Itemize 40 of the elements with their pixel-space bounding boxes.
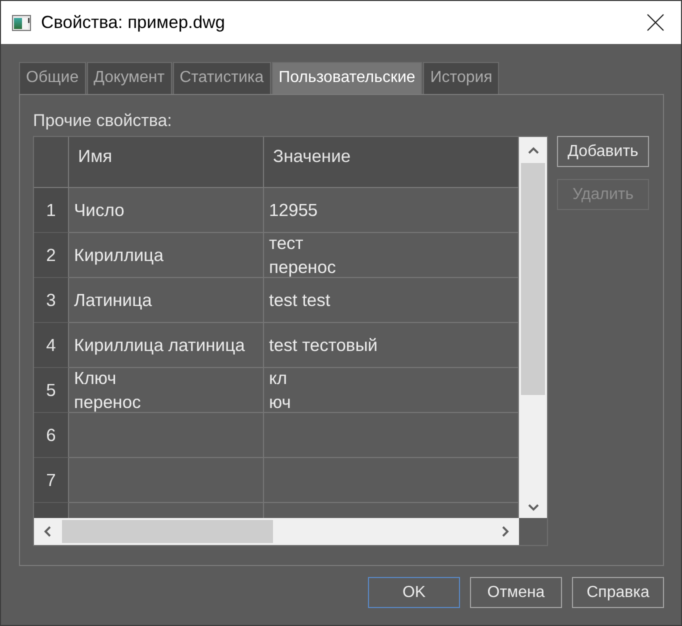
table-cell: test тестовый bbox=[264, 323, 519, 368]
row-header[interactable]: 3 bbox=[34, 278, 69, 323]
table-cell: test test bbox=[264, 278, 519, 323]
close-icon[interactable] bbox=[647, 14, 664, 31]
section-label: Прочие свойства: bbox=[33, 111, 173, 131]
scrollbar-thumb[interactable] bbox=[62, 520, 273, 543]
tab[interactable]: Документ bbox=[86, 62, 172, 94]
row-header[interactable]: 4 bbox=[34, 323, 69, 368]
tab[interactable]: Пользовательские bbox=[272, 62, 422, 94]
table-cell: кл юч bbox=[264, 368, 519, 413]
tab[interactable]: Общие bbox=[19, 62, 86, 94]
tab[interactable]: История bbox=[423, 62, 500, 94]
row-header[interactable]: 1 bbox=[34, 188, 69, 233]
table-cell: Число bbox=[69, 188, 264, 233]
column-header[interactable]: Имя bbox=[69, 137, 264, 188]
table-cell: Кириллица латиница bbox=[69, 323, 264, 368]
chevron-up-icon[interactable] bbox=[528, 147, 538, 154]
horizontal-scrollbar[interactable] bbox=[34, 518, 519, 545]
tab[interactable]: Статистика bbox=[172, 62, 271, 94]
table-cell: Латиница bbox=[69, 278, 264, 323]
table-cell: тест перенос bbox=[264, 233, 519, 278]
column-header[interactable]: Значение bbox=[264, 137, 519, 188]
button[interactable]: Справка bbox=[572, 577, 664, 608]
button[interactable]: Отмена bbox=[470, 577, 562, 608]
scrollbar-thumb[interactable] bbox=[521, 163, 545, 395]
window-icon bbox=[12, 14, 31, 30]
row-header[interactable]: 7 bbox=[34, 458, 69, 503]
row-header[interactable]: 5 bbox=[34, 368, 69, 413]
row-header[interactable]: 2 bbox=[34, 233, 69, 278]
row-header[interactable]: 6 bbox=[34, 413, 69, 458]
chevron-down-icon[interactable] bbox=[528, 504, 538, 511]
button[interactable]: Добавить bbox=[557, 136, 649, 167]
window-title: Свойства: пример.dwg bbox=[41, 11, 226, 34]
chevron-left-icon[interactable] bbox=[44, 526, 51, 537]
table-cell: Кириллица bbox=[69, 233, 264, 278]
table-cell: Ключ перенос bbox=[69, 368, 264, 413]
table-cell: 12955 bbox=[264, 188, 519, 233]
vertical-scrollbar[interactable] bbox=[519, 137, 547, 518]
button[interactable]: OK bbox=[368, 577, 460, 608]
chevron-right-icon[interactable] bbox=[502, 526, 509, 537]
